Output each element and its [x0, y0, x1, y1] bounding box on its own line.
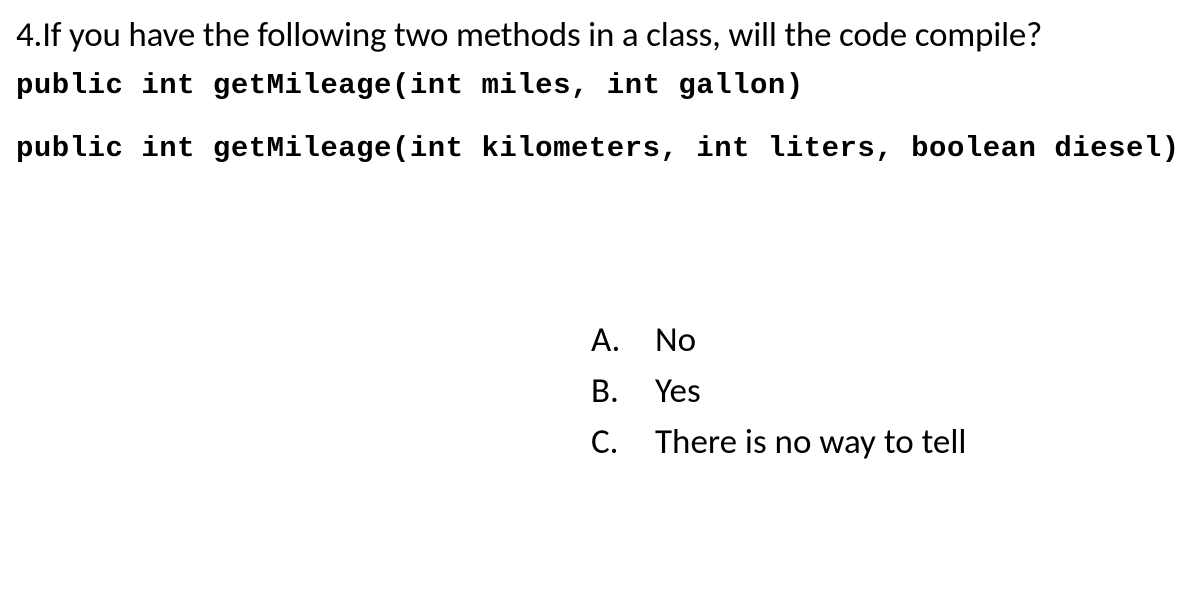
answer-label: B.: [591, 366, 627, 417]
answer-text: Yes: [655, 366, 701, 417]
code-snippet-line-2: public int getMileage(int kilometers, in…: [16, 132, 1188, 165]
answer-text: No: [655, 315, 696, 366]
question-number: 4.: [16, 14, 42, 56]
answer-option-b: B. Yes: [591, 366, 1188, 417]
question-text: 4.If you have the following two methods …: [16, 12, 1188, 59]
answer-options: A. No B. Yes C. There is no way to tell: [591, 315, 1188, 467]
answer-label: C.: [591, 417, 627, 468]
answer-label: A.: [591, 315, 627, 366]
question-body: If you have the following two methods in…: [42, 14, 1042, 56]
code-snippet-line-1: public int getMileage(int miles, int gal…: [16, 69, 1188, 102]
answer-text: There is no way to tell: [655, 417, 966, 468]
answer-option-a: A. No: [591, 315, 1188, 366]
answer-option-c: C. There is no way to tell: [591, 417, 1188, 468]
